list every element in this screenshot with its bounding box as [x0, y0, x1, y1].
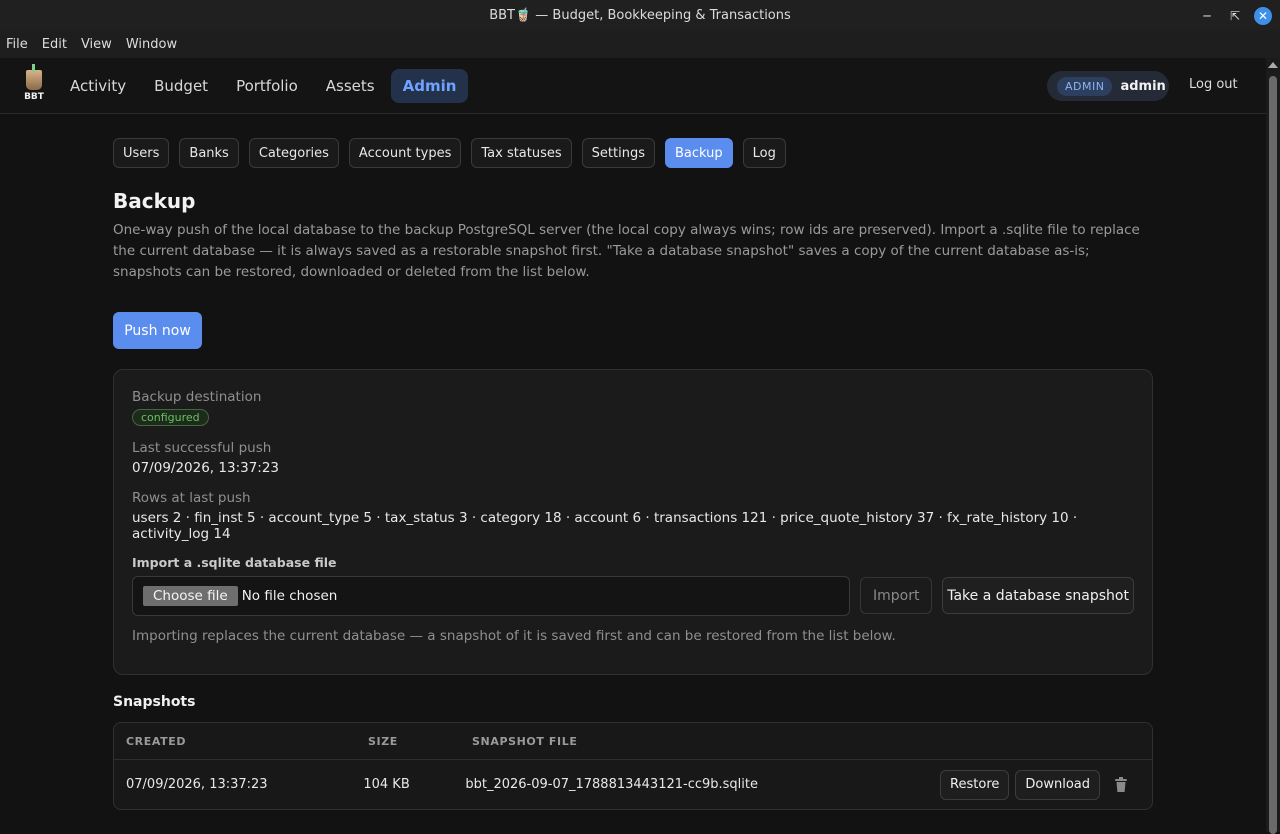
subtab-settings[interactable]: Settings [581, 138, 655, 168]
table-header: CREATED SIZE SNAPSHOT FILE [114, 723, 1152, 760]
col-created: CREATED [126, 734, 187, 748]
main-content: Users Banks Categories Account types Tax… [113, 138, 1153, 810]
page-title: Backup [113, 189, 196, 213]
subtab-tax-statuses[interactable]: Tax statuses [471, 138, 572, 168]
restore-button[interactable]: Restore [940, 769, 1010, 800]
row-actions: Restore Download [940, 769, 1152, 800]
rows-label: Rows at last push [132, 490, 251, 506]
subtab-categories[interactable]: Categories [248, 138, 339, 168]
file-input[interactable]: Choose file No file chosen [132, 576, 851, 616]
nav-budget[interactable]: Budget [142, 69, 220, 103]
subtab-backup[interactable]: Backup [665, 138, 733, 168]
import-hint: Importing replaces the current database … [132, 628, 896, 644]
cell-size: 104 KB [363, 777, 410, 792]
nav-assets[interactable]: Assets [314, 69, 387, 103]
subtab-users[interactable]: Users [113, 138, 170, 168]
window-controls: ─ ⇱ ✕ [1198, 0, 1272, 31]
menu-edit[interactable]: Edit [42, 37, 67, 52]
maximize-icon[interactable]: ⇱ [1226, 7, 1244, 25]
menu-view[interactable]: View [81, 37, 112, 52]
trash-icon[interactable] [1110, 774, 1132, 796]
destination-label: Backup destination [132, 389, 262, 405]
import-button[interactable]: Import [860, 577, 933, 614]
status-badge: configured [132, 409, 209, 426]
nav-admin[interactable]: Admin [390, 68, 469, 103]
nav-portfolio[interactable]: Portfolio [224, 69, 310, 103]
app-nav: BBT Activity Budget Portfolio Assets Adm… [0, 58, 1266, 114]
cell-created: 07/09/2026, 13:37:23 [126, 777, 268, 792]
role-badge: ADMIN [1057, 76, 1113, 96]
file-status: No file chosen [241, 588, 338, 604]
backup-card: Backup destination configured Last succe… [113, 369, 1153, 675]
admin-subtabs: Users Banks Categories Account types Tax… [113, 138, 1153, 168]
menubar: File Edit View Window [0, 31, 1280, 58]
page-description: One-way push of the local database to th… [113, 222, 1140, 280]
col-size: SIZE [368, 734, 398, 748]
import-row: Choose file No file chosen Import Take a… [132, 576, 1134, 616]
col-file: SNAPSHOT FILE [472, 734, 578, 748]
last-push-label: Last successful push [132, 440, 272, 456]
subtab-account-types[interactable]: Account types [348, 138, 462, 168]
import-label: Import a .sqlite database file [132, 555, 337, 570]
table-row: 07/09/2026, 13:37:23 104 KB bbt_2026-09-… [114, 760, 1152, 809]
menu-file[interactable]: File [6, 37, 28, 52]
snapshots-title: Snapshots [113, 694, 196, 710]
rows-value: users 2 · fin_inst 5 · account_type 5 · … [132, 510, 1078, 542]
scroll-up-icon[interactable] [1268, 62, 1278, 68]
last-push-value: 07/09/2026, 13:37:23 [132, 460, 280, 476]
scrollbar-thumb[interactable] [1269, 76, 1277, 834]
minimize-icon[interactable]: ─ [1198, 7, 1216, 25]
logo-text: BBT [24, 91, 44, 102]
bubble-tea-icon [26, 63, 42, 90]
menu-window[interactable]: Window [126, 37, 177, 52]
user-pill: ADMIN admin [1047, 71, 1169, 101]
subtab-banks[interactable]: Banks [179, 138, 239, 168]
logout-link[interactable]: Log out [1189, 77, 1238, 92]
app-logo[interactable]: BBT [22, 63, 46, 102]
window-titlebar: BBT🧋 — Budget, Bookkeeping & Transaction… [0, 0, 1280, 31]
scrollbar[interactable] [1266, 58, 1280, 834]
nav-activity[interactable]: Activity [58, 69, 138, 103]
take-snapshot-button[interactable]: Take a database snapshot [942, 577, 1134, 614]
choose-file-button[interactable]: Choose file [143, 586, 238, 606]
username: admin [1120, 78, 1166, 94]
cell-file: bbt_2026-09-07_1788813443121-cc9b.sqlite [465, 777, 759, 792]
subtab-log[interactable]: Log [742, 138, 786, 168]
window-title: BBT🧋 — Budget, Bookkeeping & Transaction… [489, 8, 791, 23]
download-button[interactable]: Download [1015, 769, 1100, 800]
close-icon[interactable]: ✕ [1254, 6, 1272, 25]
push-now-button[interactable]: Push now [113, 312, 202, 349]
snapshots-table: CREATED SIZE SNAPSHOT FILE 07/09/2026, 1… [113, 722, 1153, 810]
